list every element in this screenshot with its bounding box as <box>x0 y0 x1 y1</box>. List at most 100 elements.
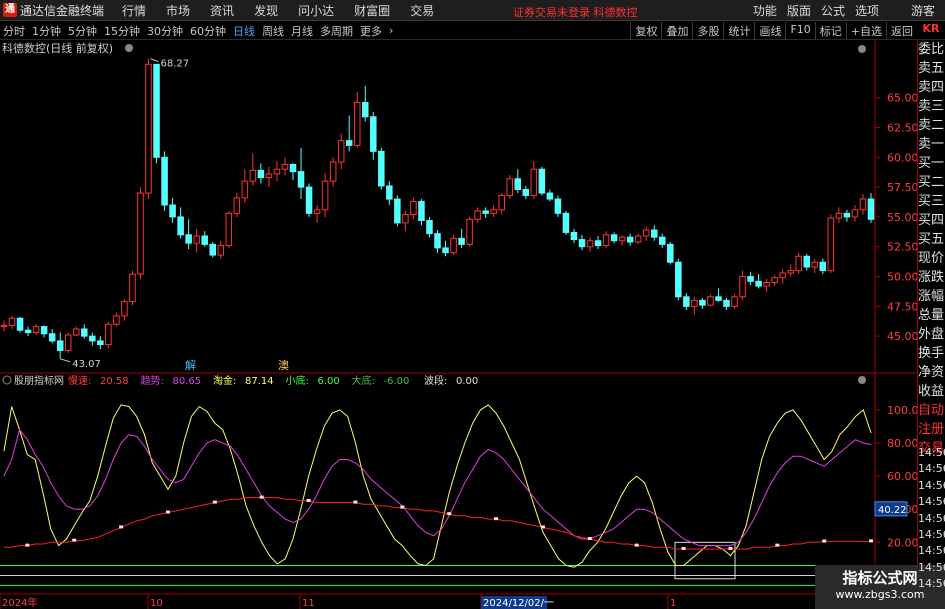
period-tab[interactable]: 分时 <box>3 23 25 39</box>
indicator-item-label: 慢速: <box>68 375 91 387</box>
candle-body <box>498 194 505 211</box>
candle-body <box>105 323 112 346</box>
series-point <box>447 512 452 516</box>
menu-faxian[interactable]: 发现 <box>254 2 278 19</box>
title-bar: 通 通达信金融终端 行情 市场 资讯 发现 问小达 财富圈 交易 证券交易未登录… <box>0 0 945 21</box>
candle-body <box>594 240 602 247</box>
price-tick-label: 52.50 <box>887 241 917 254</box>
candle-body <box>370 116 377 152</box>
candle-body <box>169 204 176 218</box>
period-tab[interactable]: 1分钟 <box>32 23 61 39</box>
toolbar-button[interactable]: 画线 <box>754 22 785 40</box>
toolbar-button[interactable]: 叠加 <box>661 22 692 40</box>
candle-body <box>522 189 530 196</box>
menu-hangqing[interactable]: 行情 <box>122 2 146 19</box>
toolbar-button[interactable]: F10 <box>785 22 814 40</box>
settings-icon[interactable] <box>125 44 133 52</box>
chart-area[interactable]: 科德数控(日线 前复权) 65.00 62.50 60.00 57.50 55.00 52.… <box>0 40 917 609</box>
candle-body <box>650 229 658 238</box>
quote-label: 买四 <box>918 213 945 228</box>
indicator-name: 股朋指标网 <box>14 374 64 387</box>
quote-action[interactable]: 注册 <box>918 420 945 439</box>
period-tab[interactable]: 日线 <box>233 23 255 39</box>
period-tab[interactable]: 更多 <box>360 23 382 39</box>
toolbar-button[interactable]: 复权 <box>630 22 661 40</box>
menu-zixun[interactable]: 资讯 <box>210 2 234 19</box>
menu-shichang[interactable]: 市场 <box>166 2 190 19</box>
period-tab[interactable]: 多周期 <box>320 23 353 39</box>
quote-label: 换手 <box>918 346 945 361</box>
broker-status[interactable]: 证券交易未登录 科德数控 <box>513 4 638 20</box>
candle-body <box>602 234 610 247</box>
date-label: 1 <box>670 598 676 609</box>
settings-icon[interactable] <box>858 45 866 53</box>
candle-body <box>506 178 514 196</box>
chevron-right-icon[interactable]: › <box>389 24 393 37</box>
candle-body <box>570 231 578 241</box>
app-logo-icon: 通 <box>3 3 17 17</box>
menu-youke[interactable]: 游客 <box>911 2 935 19</box>
indicator-tick-label: 80.00 <box>887 437 917 450</box>
candle-body <box>482 210 489 214</box>
indicator-item-value: 20.58 <box>100 376 129 387</box>
time-label: 14:56 <box>918 560 945 574</box>
series-point <box>353 500 358 504</box>
price-tick-label: 45.00 <box>887 330 917 343</box>
period-tab[interactable]: 5分钟 <box>68 23 97 39</box>
period-tab[interactable]: 15分钟 <box>104 23 140 39</box>
toolbar-button[interactable]: 返回 <box>886 22 917 40</box>
indicator-settings-icon[interactable] <box>2 375 12 385</box>
candle-body <box>771 277 778 284</box>
candle-body <box>634 235 642 243</box>
candle-body <box>675 261 682 298</box>
indicator-item-value: 6.00 <box>318 376 340 387</box>
candle-body <box>458 237 465 245</box>
candle-body <box>297 171 305 188</box>
series-point <box>25 543 30 547</box>
period-tab[interactable]: 30分钟 <box>147 23 183 39</box>
series-point <box>681 546 686 550</box>
indicator-tick-label: 60.00 <box>887 470 917 483</box>
toolbar-button[interactable]: 统计 <box>723 22 754 40</box>
menu-xuanxiang[interactable]: 选项 <box>855 2 879 19</box>
high-price-label: 68.27 <box>161 59 190 70</box>
toolbar-button[interactable]: 多股 <box>692 22 723 40</box>
candle-body <box>81 328 88 337</box>
candle-body <box>48 333 56 342</box>
candle-body <box>819 261 827 272</box>
period-tab[interactable]: 60分钟 <box>190 23 226 39</box>
candle-body <box>24 329 32 334</box>
quote-action[interactable]: 自动 <box>918 401 945 420</box>
candle-body <box>72 328 80 336</box>
menu-gongneng[interactable]: 功能 <box>753 2 777 19</box>
period-tab[interactable]: 周线 <box>262 23 284 39</box>
settings-icon[interactable] <box>858 376 866 384</box>
menu-gongshi[interactable]: 公式 <box>821 2 845 19</box>
candle-body <box>337 140 345 163</box>
menu-caifuquan[interactable]: 财富圈 <box>354 2 390 19</box>
candle-body <box>715 296 722 301</box>
menu-jiaoyi[interactable]: 交易 <box>410 2 434 19</box>
candle-body <box>659 236 666 245</box>
toolbar-button[interactable]: +自选 <box>845 22 886 40</box>
candle-body <box>313 209 321 214</box>
menu-banmian[interactable]: 版面 <box>787 2 811 19</box>
period-tab[interactable]: 月线 <box>291 23 313 39</box>
quote-label: 卖四 <box>918 80 945 95</box>
price-tick-label: 65.00 <box>887 92 917 105</box>
candle-body <box>699 299 706 306</box>
candle-body <box>490 209 497 214</box>
quote-label: 现价 <box>918 251 945 266</box>
toolbar-button[interactable]: 标记 <box>814 22 846 40</box>
candle-body <box>803 255 811 268</box>
indicator-item-value: 87.14 <box>245 376 274 387</box>
kr-label: KR <box>922 22 940 35</box>
candle-body <box>233 197 241 214</box>
series-point <box>259 495 264 499</box>
series-point <box>400 505 405 509</box>
date-label: 10 <box>150 598 163 609</box>
quote-label: 卖二 <box>918 118 945 133</box>
stock-title: 科德数控(日线 前复权) <box>2 41 113 55</box>
menu-wenxiaoda[interactable]: 问小达 <box>298 2 334 19</box>
time-label: 14:56 <box>918 462 945 476</box>
